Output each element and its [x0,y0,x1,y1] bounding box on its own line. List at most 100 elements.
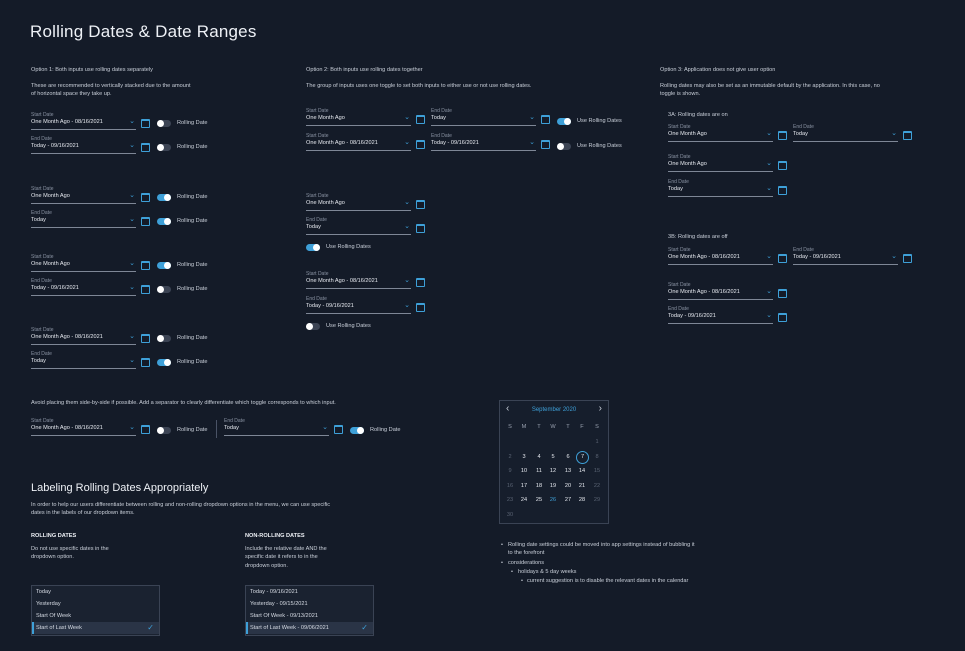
menu-item[interactable]: Today - 09/16/2021 [246,586,373,598]
calendar-day[interactable]: 4 [532,454,546,460]
calendar-icon[interactable] [416,200,425,209]
calendar-day[interactable]: 10 [517,468,531,474]
date-dropdown[interactable]: Start Date One Month Ago - 08/16/2021 ⌄ [668,247,773,265]
menu-item[interactable]: Yesterday - 09/15/2021 [246,598,373,610]
menu-item[interactable]: Start Of Week [32,610,159,622]
calendar-day[interactable]: 18 [532,483,546,489]
rolling-date-toggle[interactable] [306,323,320,330]
calendar-icon[interactable] [416,140,425,149]
chevron-right-icon[interactable]: › [599,403,602,414]
calendar-day[interactable]: 14 [575,468,589,474]
calendar-icon[interactable] [416,115,425,124]
calendar-day[interactable]: 12 [546,468,560,474]
date-dropdown[interactable]: Start Date One Month Ago - 08/16/2021 ⌄ [31,418,136,436]
calendar-icon[interactable] [903,131,912,140]
date-dropdown[interactable]: Start Date One Month Ago ⌄ [306,108,411,126]
menu-item-selected[interactable]: Start of Last Week - 09/06/2021 ✓ [246,622,373,634]
calendar-icon[interactable] [141,358,150,367]
calendar-day[interactable]: 23 [503,497,517,503]
calendar-day[interactable]: 6 [561,454,575,460]
date-dropdown[interactable]: Start Date One Month Ago ⌄ [306,193,411,211]
calendar-day[interactable]: 11 [532,468,546,474]
rolling-date-toggle[interactable] [557,118,571,125]
date-dropdown[interactable]: Start Date One Month Ago ⌄ [668,154,773,172]
calendar-day[interactable]: 13 [561,468,575,474]
calendar-icon[interactable] [141,285,150,294]
rolling-date-toggle[interactable] [157,359,171,366]
date-dropdown[interactable]: End Date Today - 09/16/2021 ⌄ [306,296,411,314]
rolling-date-toggle[interactable] [157,335,171,342]
date-dropdown[interactable]: End Date Today - 09/16/2021 ⌄ [793,247,898,265]
calendar-day[interactable]: 24 [517,497,531,503]
calendar-icon[interactable] [778,161,787,170]
date-dropdown[interactable]: Start Date One Month Ago ⌄ [31,186,136,204]
calendar-day[interactable]: 2 [503,454,517,460]
date-dropdown[interactable]: Start Date One Month Ago - 08/16/2021 ⌄ [306,133,411,151]
calendar-icon[interactable] [541,115,550,124]
calendar-day[interactable]: 22 [590,483,604,489]
calendar-day[interactable]: 16 [503,483,517,489]
date-dropdown[interactable]: Start Date One Month Ago ⌄ [31,254,136,272]
calendar-icon[interactable] [778,313,787,322]
rolling-date-toggle[interactable] [306,244,320,251]
calendar-day[interactable]: 21 [575,483,589,489]
date-dropdown[interactable]: Start Date One Month Ago - 08/16/2021 ⌄ [306,271,411,289]
date-dropdown[interactable]: End Date Today ⌄ [793,124,898,142]
calendar-day[interactable]: 3 [517,454,531,460]
date-dropdown[interactable]: End Date Today - 09/16/2021 ⌄ [668,306,773,324]
calendar-icon[interactable] [141,217,150,226]
rolling-date-toggle[interactable] [157,120,171,127]
calendar-icon[interactable] [141,193,150,202]
date-dropdown[interactable]: End Date Today ⌄ [668,179,773,197]
calendar-day[interactable]: 15 [590,468,604,474]
calendar-day[interactable]: 28 [575,497,589,503]
rolling-date-toggle[interactable] [157,218,171,225]
date-dropdown[interactable]: Start Date One Month Ago - 08/16/2021 ⌄ [31,112,136,130]
menu-item[interactable]: Yesterday [32,598,159,610]
calendar-day[interactable]: 5 [546,454,560,460]
calendar-icon[interactable] [334,425,343,434]
rolling-date-toggle[interactable] [157,262,171,269]
calendar-day[interactable]: 20 [561,483,575,489]
date-dropdown[interactable]: End Date Today ⌄ [306,217,411,235]
rolling-date-toggle[interactable] [157,286,171,293]
calendar-day[interactable]: 17 [517,483,531,489]
menu-item[interactable]: Today [32,586,159,598]
calendar-icon[interactable] [778,186,787,195]
calendar-icon[interactable] [141,334,150,343]
calendar-day[interactable]: 27 [561,497,575,503]
calendar-icon[interactable] [541,140,550,149]
calendar-day[interactable]: 8 [590,454,604,460]
calendar-day[interactable]: 1 [590,439,604,445]
calendar-icon[interactable] [778,131,787,140]
date-dropdown[interactable]: End Date Today ⌄ [31,351,136,369]
rolling-date-toggle[interactable] [157,194,171,201]
rolling-date-toggle[interactable] [557,143,571,150]
date-dropdown[interactable]: Start Date One Month Ago - 08/16/2021 ⌄ [668,282,773,300]
date-dropdown[interactable]: Start Date One Month Ago - 08/16/2021 ⌄ [31,327,136,345]
date-dropdown[interactable]: End Date Today ⌄ [431,108,536,126]
calendar-day[interactable]: 25 [532,497,546,503]
calendar-icon[interactable] [778,254,787,263]
date-dropdown[interactable]: End Date Today - 09/16/2021 ⌄ [31,136,136,154]
calendar-day[interactable]: 19 [546,483,560,489]
date-dropdown[interactable]: Start Date One Month Ago ⌄ [668,124,773,142]
rolling-date-toggle[interactable] [157,144,171,151]
calendar-icon[interactable] [778,289,787,298]
menu-item-selected[interactable]: Start of Last Week ✓ [32,622,159,634]
date-dropdown[interactable]: End Date Today ⌄ [224,418,329,436]
calendar-icon[interactable] [416,278,425,287]
calendar-day[interactable]: 9 [503,468,517,474]
calendar-icon[interactable] [903,254,912,263]
calendar-icon[interactable] [141,261,150,270]
rolling-date-toggle[interactable] [157,427,171,434]
calendar-icon[interactable] [141,425,150,434]
date-dropdown[interactable]: End Date Today - 09/16/2021 ⌄ [431,133,536,151]
calendar-day[interactable]: 7 [576,450,589,464]
date-dropdown[interactable]: End Date Today - 09/16/2021 ⌄ [31,278,136,296]
calendar-icon[interactable] [141,143,150,152]
date-dropdown[interactable]: End Date Today ⌄ [31,210,136,228]
rolling-date-toggle[interactable] [350,427,364,434]
calendar-day[interactable]: 26 [546,497,560,503]
calendar-icon[interactable] [416,224,425,233]
